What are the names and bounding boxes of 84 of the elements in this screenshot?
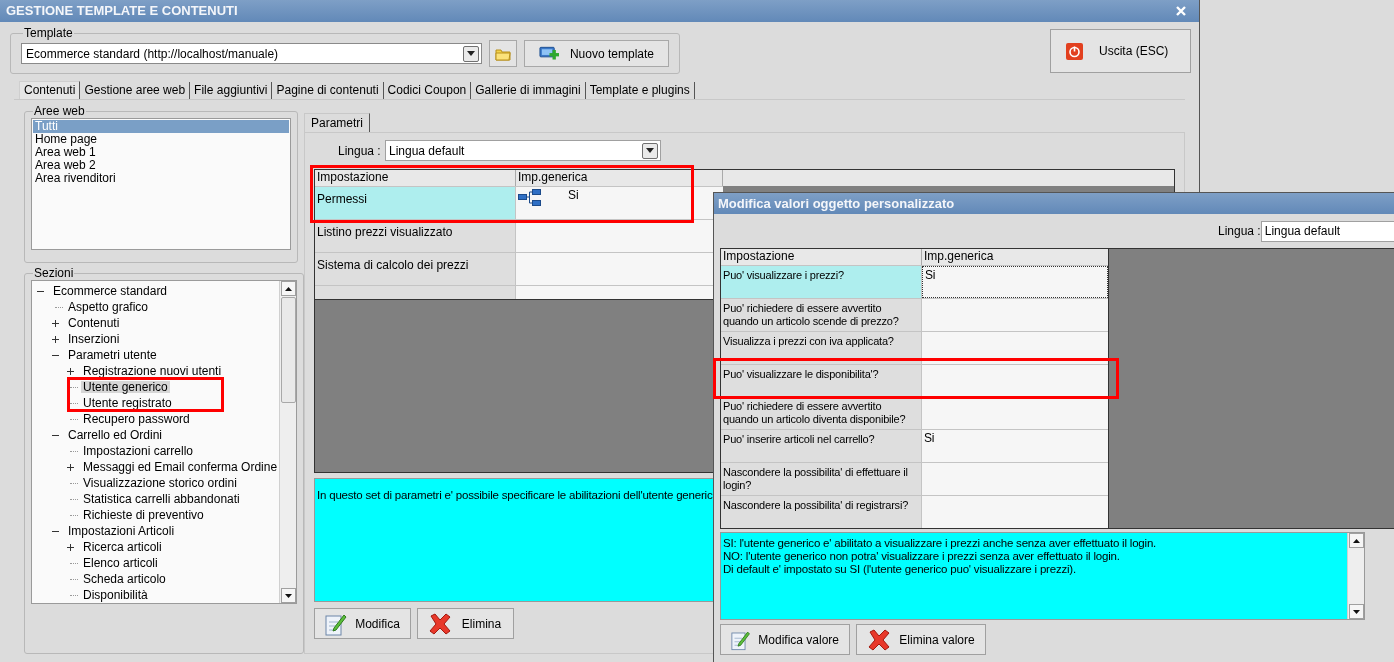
tree-item[interactable]: Aspetto grafico [66,301,151,313]
tree-item[interactable]: Utente generico [81,381,170,393]
group-label: Aree web [33,105,86,118]
setting-cell[interactable]: Permessi [315,187,516,219]
dropdown-button[interactable] [642,142,658,159]
tree-item[interactable]: Scheda articolo [81,573,168,585]
scroll-up-icon[interactable] [1348,533,1364,548]
delete-button[interactable]: Elimina [417,608,514,639]
edit-button[interactable]: Modifica [314,608,411,639]
expand-icon[interactable] [51,318,60,328]
language-combobox[interactable]: Lingua default [385,140,661,161]
tree-item[interactable]: Ecommerce standard [51,285,170,297]
dropdown-arrow-icon [646,148,654,153]
cross-icon [867,628,891,651]
list-item[interactable]: Home page [33,133,289,146]
setting-cell[interactable]: Nascondere la possibilita' di registrarsi? [721,496,922,528]
tree-item[interactable]: Visualizzazione storico ordini [81,477,239,489]
setting-cell[interactable]: Puo' richiedere di essere avvertito quando un articolo diventa disponibile? [721,397,922,430]
window-title: GESTIONE TEMPLATE E CONTENUTI [6,2,238,21]
tab[interactable]: Parametri [304,113,370,132]
list-item[interactable]: Area rivenditori [33,172,289,185]
expand-icon[interactable] [66,462,75,472]
tree-item[interactable]: Parametri utente [66,349,159,361]
delete-button[interactable]: Elimina valore [856,624,986,655]
description-text: Di default e' impostato su SI (l'utente generico puo' visualizzare i prezzi). [723,563,1077,576]
group-label: Template [23,27,74,40]
tab[interactable]: Contenuti [19,81,81,99]
edit-button[interactable]: Modifica valore [720,624,850,655]
scrollbar[interactable] [279,281,297,603]
setting-cell[interactable]: Puo' visualizzare le disponibilita'? [721,364,922,397]
dropdown-button[interactable] [463,45,479,62]
setting-cell[interactable]: Puo' inserire articoli nel carrello? [721,430,922,463]
setting-cell[interactable]: Sistema di calcolo dei prezzi [315,253,516,285]
cross-icon [428,612,452,635]
expand-icon[interactable] [66,366,75,376]
description-text: SI: l'utente generico e' abilitato a visualizzare i prezzi anche senza aver effettuato il login. [723,537,1158,550]
scrollbar[interactable] [1347,533,1364,619]
scroll-thumb[interactable] [280,297,296,403]
tree-item[interactable]: Impostazioni Articoli [66,525,177,537]
tree-item[interactable]: Utente registrato [81,397,174,409]
tree-item[interactable]: Ricerca articoli [81,541,164,553]
tree-item[interactable]: Statistica carrelli abbandonati [81,493,242,505]
column-header[interactable]: Impostazione [721,249,922,265]
dropdown-arrow-icon [467,51,475,56]
column-header[interactable]: Imp.generica [922,249,1108,265]
monitor-plus-icon [539,44,560,63]
tree-item[interactable]: Messaggi ed Email conferma Ordine [81,461,280,473]
close-icon[interactable] [1175,5,1187,17]
value-text: Si [568,189,579,202]
template-combobox[interactable]: Ecommerce standard (http://localhost/manuale) [21,43,482,64]
exit-button[interactable]: Uscita (ESC) [1050,29,1191,73]
setting-cell[interactable]: Puo' visualizzare i prezzi? [721,265,922,298]
description-text: NO: l'utente generico non potra' visualizzare i prezzi senza aver effettuato il login. [723,550,1121,563]
tree-item[interactable]: Inserzioni [66,333,122,345]
description-text: In questo set di parametri e' possibile specificare le abilitazioni dell'utente generic [317,489,713,501]
language-combobox[interactable]: Lingua default [1260,220,1394,242]
setting-cell[interactable]: Nascondere la possibilita' di effettuare il login? [721,463,922,496]
expand-icon[interactable] [51,334,60,344]
tree-item[interactable]: Carrello ed Ordini [66,429,165,441]
tree-item[interactable]: Recupero password [81,413,192,425]
new-template-button[interactable]: Nuovo template [524,40,669,67]
tree-item[interactable]: Contenuti [66,317,122,329]
tree-item[interactable]: Disponibilità [81,589,150,601]
language-label: Lingua : [1218,223,1261,240]
tree-item[interactable]: Impostazioni carrello [81,445,196,457]
list-item[interactable]: Area web 2 [33,159,289,172]
tree-item[interactable]: Richieste di preventivo [81,509,206,521]
list-item[interactable]: Area web 1 [33,146,289,159]
tree-item[interactable]: Elenco articoli [81,557,160,569]
setting-cell[interactable]: Visualizza i prezzi con iva applicata? [721,331,922,364]
scroll-down-icon[interactable] [280,588,296,603]
folder-icon [495,46,511,61]
tree-item[interactable]: Registrazione nuovi utenti [81,365,224,377]
value-text: Si [924,432,935,446]
value-cell[interactable]: Si [922,265,1108,298]
column-header[interactable]: Impostazione [315,170,516,186]
value-text: Si [925,268,936,282]
scroll-down-icon[interactable] [1348,604,1364,619]
group-label: Sezioni [33,267,75,280]
power-icon [1066,42,1083,60]
scroll-up-icon[interactable] [280,281,296,296]
expand-icon[interactable] [66,542,75,552]
setting-cell[interactable]: Puo' richiedere di essere avvertito quando un articolo scende di prezzo? [721,298,922,331]
language-label: Lingua : [338,142,382,160]
